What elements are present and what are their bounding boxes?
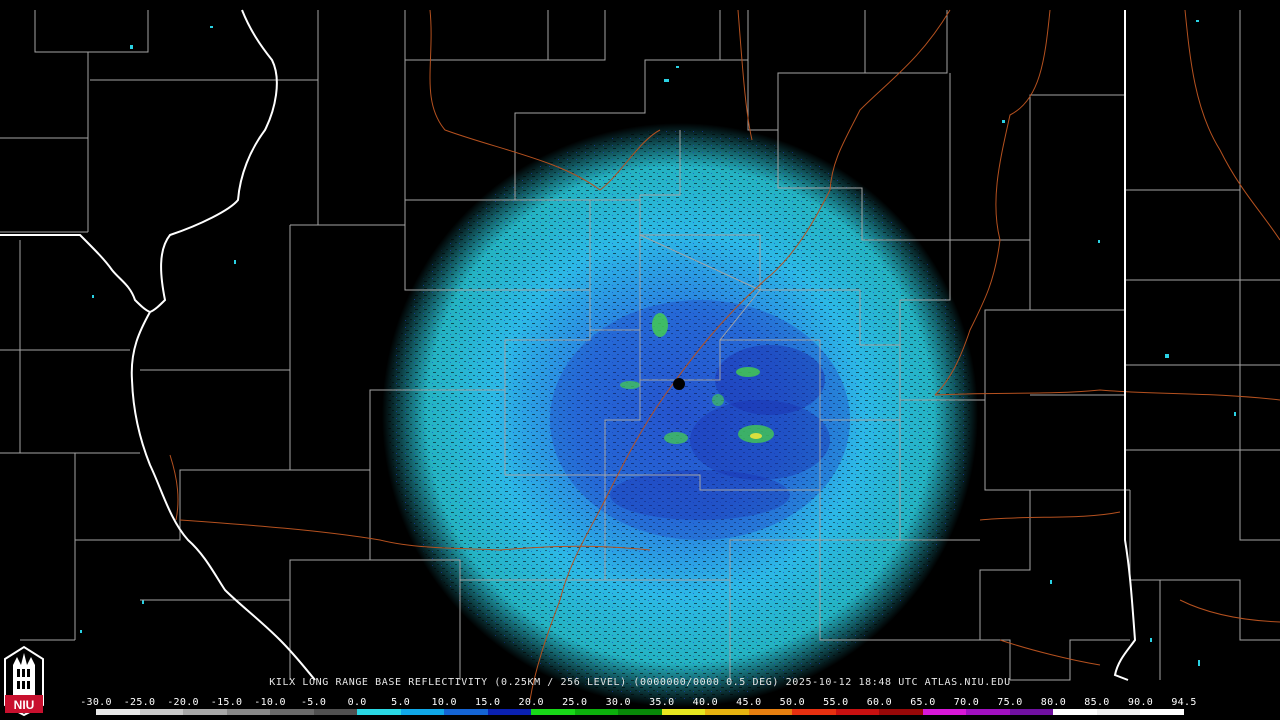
color-scale-segment: [705, 709, 749, 715]
logo-text: NIU: [14, 698, 35, 712]
color-scale-segment: [1009, 709, 1054, 715]
color-scale-tick: 55.0: [823, 697, 849, 708]
color-scale-segment: [792, 709, 836, 715]
color-scale-tick: 40.0: [692, 697, 718, 708]
color-scale-segment: [1096, 709, 1141, 715]
color-scale-tick: 15.0: [475, 697, 501, 708]
color-scale-segment: [96, 709, 140, 715]
color-scale-tick: 65.0: [910, 697, 936, 708]
color-scale-tick: 20.0: [518, 697, 544, 708]
color-scale-segment: [357, 709, 401, 715]
color-scale-tick: 50.0: [779, 697, 805, 708]
radar-map: [0, 0, 1280, 720]
color-scale-segment: [313, 709, 358, 715]
radar-site-dot: [673, 378, 685, 390]
color-scale-tick: 85.0: [1084, 697, 1110, 708]
color-scale-segment: [400, 709, 445, 715]
color-scale-bar: [96, 709, 1184, 715]
color-scale-tick: 45.0: [736, 697, 762, 708]
color-scale-tick: 35.0: [649, 697, 675, 708]
color-scale-segment: [574, 709, 619, 715]
color-scale-tick: 10.0: [431, 697, 457, 708]
color-scale-tick: -30.0: [80, 697, 112, 708]
color-scale-tick: 5.0: [391, 697, 411, 708]
color-scale-tick: -5.0: [300, 697, 327, 708]
color-scale-tick: -25.0: [123, 697, 156, 708]
color-scale-segment: [270, 709, 314, 715]
color-scale-segment: [879, 709, 923, 715]
color-scale-segment: [966, 709, 1010, 715]
university-tower-logo: NIU: [4, 645, 44, 717]
color-scale-tick: -15.0: [210, 697, 243, 708]
color-scale-segment: [531, 709, 575, 715]
color-scale-segment: [618, 709, 662, 715]
color-scale-tick: -10.0: [254, 697, 286, 708]
color-scale-segment: [835, 709, 880, 715]
color-scale-segment: [183, 709, 227, 715]
reflectivity-color-scale: -30.0 -25.0 -20.0 -15.0 -10.0 -5.0 0.0 5.0 10.0 1…: [80, 697, 1196, 720]
product-caption: KILX LONG RANGE BASE REFLECTIVITY (0.25K…: [269, 677, 1011, 688]
color-scale-tick: 75.0: [997, 697, 1023, 708]
color-scale-segment: [922, 709, 967, 715]
color-scale-tick: 30.0: [605, 697, 631, 708]
color-scale-tick: 90.0: [1127, 697, 1154, 708]
color-scale-segment: [1053, 709, 1097, 715]
color-scale-segment: [748, 709, 793, 715]
color-scale-segment: [661, 709, 706, 715]
color-scale-tick: 0.0: [347, 697, 367, 708]
color-scale-segment: [139, 709, 184, 715]
color-scale-segment: [226, 709, 271, 715]
color-scale-tick: 80.0: [1040, 697, 1067, 708]
color-scale-tick: 94.5: [1171, 697, 1197, 708]
color-scale-segment: [487, 709, 532, 715]
color-scale-tick: -20.0: [167, 697, 199, 708]
color-scale-tick: 25.0: [562, 697, 588, 708]
color-scale-segment: [444, 709, 488, 715]
color-scale-tick: 70.0: [953, 697, 980, 708]
color-scale-tick: 60.0: [866, 697, 893, 708]
color-scale-segment: [1140, 709, 1184, 715]
